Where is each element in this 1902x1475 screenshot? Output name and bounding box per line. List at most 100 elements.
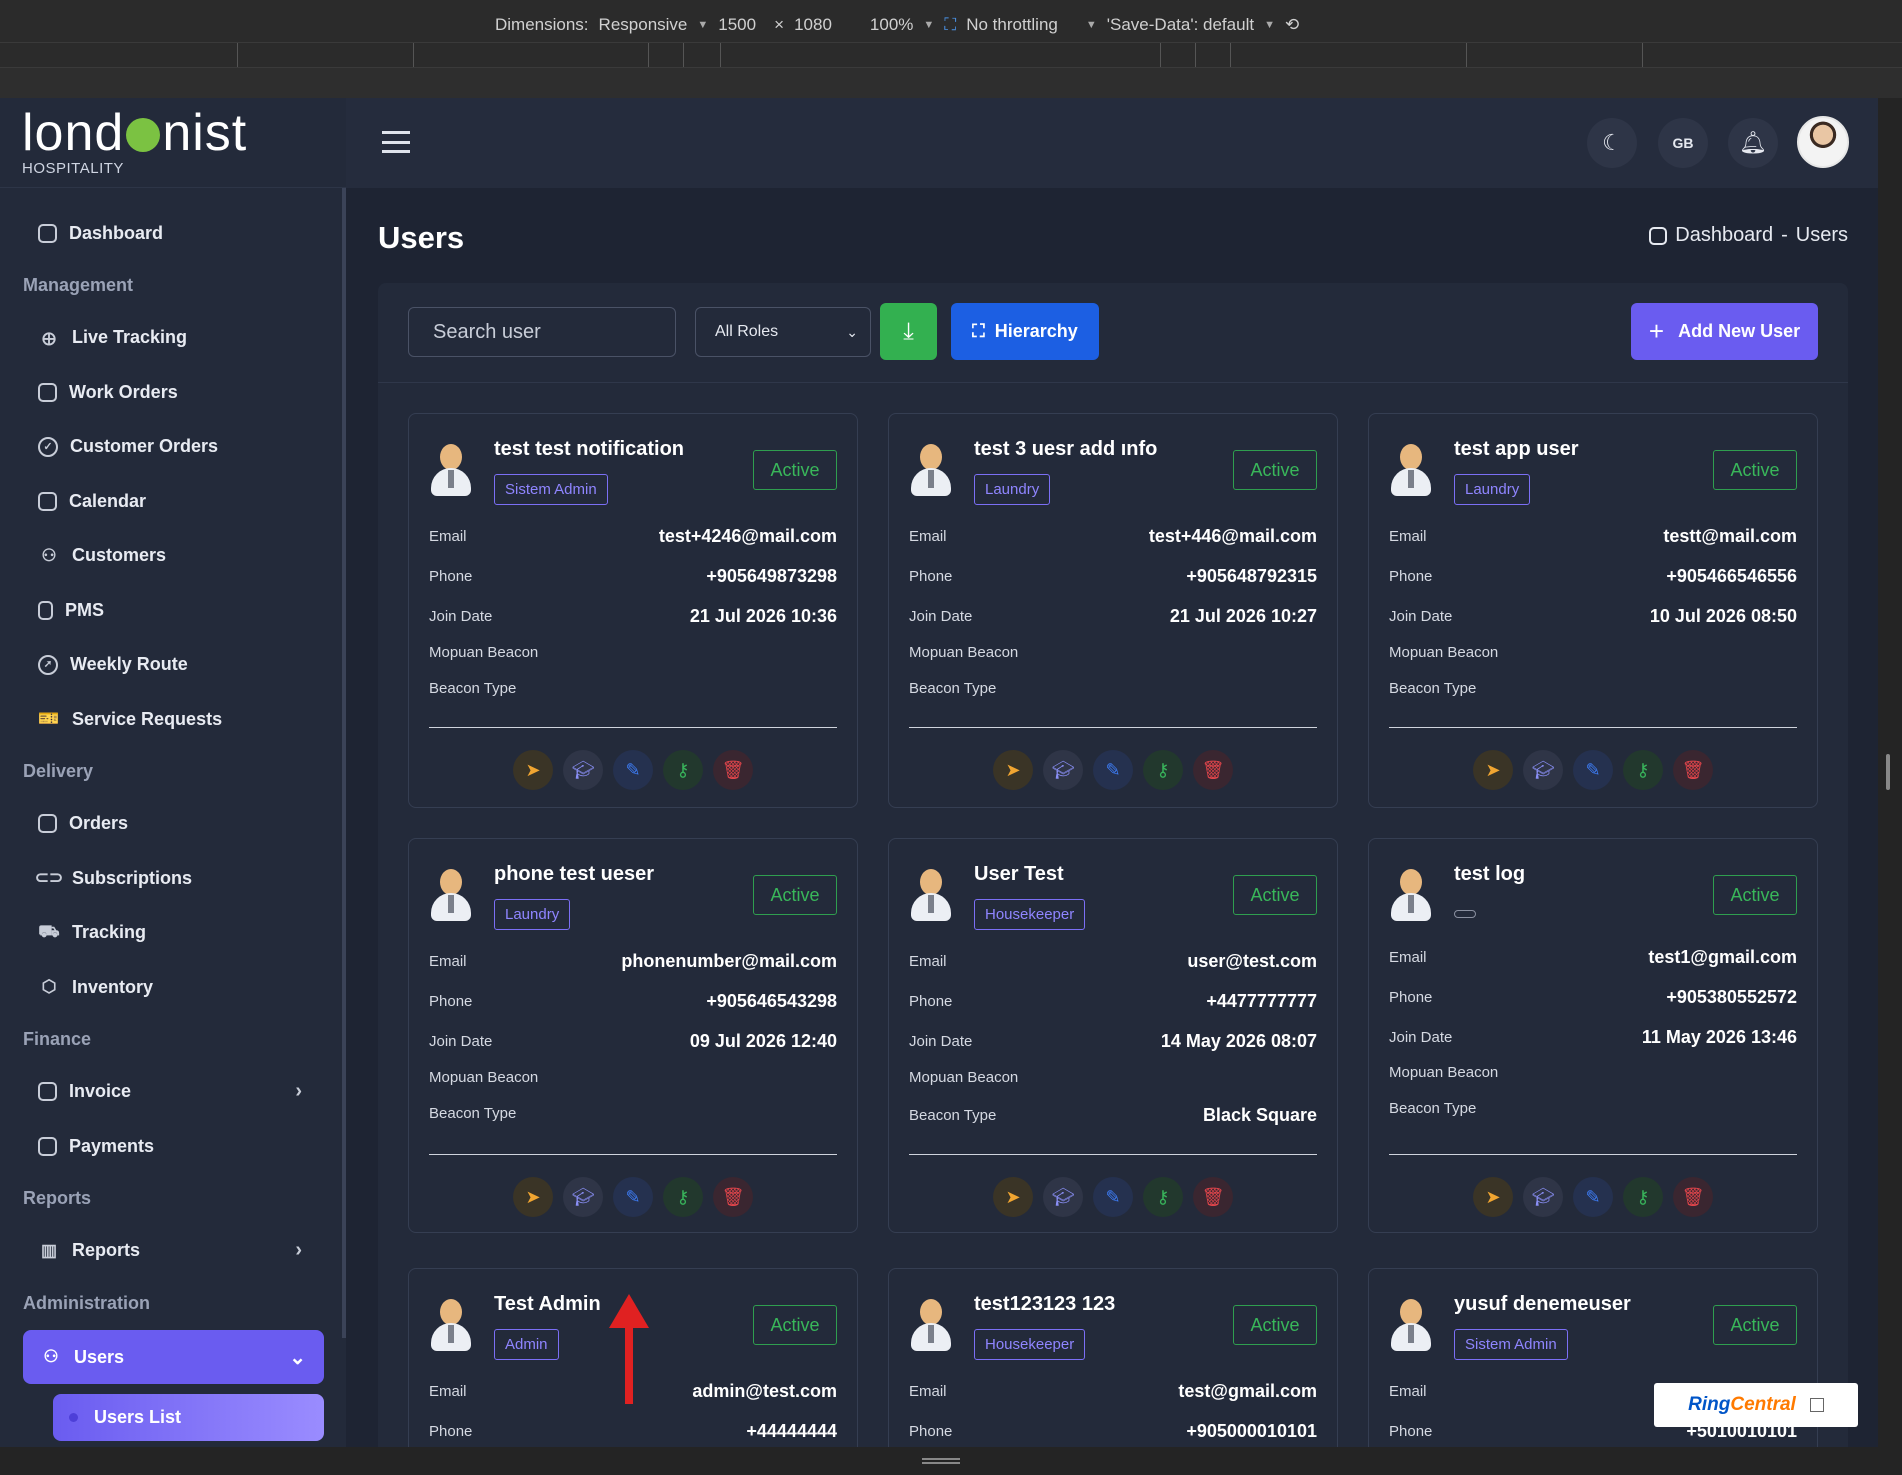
user-name[interactable]: test log (1454, 863, 1525, 886)
theme-toggle-button[interactable]: ☾ (1587, 118, 1637, 168)
field-row-phone: Phone +905649873298 (429, 566, 837, 587)
sidebar-item-label: Customer Orders (70, 436, 219, 457)
device-mode-select[interactable]: Responsive (599, 15, 688, 35)
viewport-height[interactable]: 1080 (794, 15, 832, 35)
resize-grip-icon[interactable] (922, 1458, 960, 1464)
sidebar-item-live-tracking[interactable]: 🜨 Live Tracking (0, 311, 346, 366)
sidebar-item-users[interactable]: ⚇ Users ⌄ (23, 1330, 324, 1384)
caret-down-icon[interactable]: ▼ (697, 19, 708, 31)
sidebar-item-tracking[interactable]: ⛟ Tracking (0, 906, 346, 961)
caret-down-icon[interactable]: ▼ (1264, 19, 1275, 31)
roles-select[interactable]: All Roles ⌄ (695, 307, 871, 357)
sidebar-item-calendar[interactable]: Calendar (0, 474, 346, 529)
field-value: 21 Jul 2026 10:27 (1169, 606, 1317, 626)
user-avatar[interactable] (1797, 116, 1849, 168)
user-name[interactable]: yusuf denemeuser (1454, 1293, 1631, 1316)
key-icon[interactable]: ⚷ (1623, 1177, 1663, 1217)
user-avatar-icon (1389, 1299, 1433, 1353)
trash-icon[interactable]: 🗑︎ (713, 750, 753, 790)
edit-pencil-icon[interactable]: ✎ (613, 750, 653, 790)
zoom-select[interactable]: 100% (870, 15, 913, 35)
graduation-cap-icon[interactable]: 🎓︎ (1043, 750, 1083, 790)
key-icon[interactable]: ⚷ (1143, 1177, 1183, 1217)
trash-icon[interactable]: 🗑︎ (1193, 1177, 1233, 1217)
edit-pencil-icon[interactable]: ✎ (1573, 750, 1613, 790)
trash-icon[interactable]: 🗑︎ (1193, 750, 1233, 790)
key-icon[interactable]: ⚷ (663, 1177, 703, 1217)
trash-icon[interactable]: 🗑︎ (713, 1177, 753, 1217)
save-data-select[interactable]: 'Save-Data': default (1107, 15, 1254, 35)
notifications-button[interactable]: 🔔︎ (1728, 118, 1778, 168)
throttling-select[interactable]: No throttling (966, 15, 1058, 35)
sidebar-subitem-users-list[interactable]: Users List (53, 1394, 324, 1441)
key-icon[interactable]: ⚷ (1143, 750, 1183, 790)
key-icon[interactable]: ⚷ (663, 750, 703, 790)
user-name[interactable]: phone test ueser (494, 863, 654, 886)
role-badge: Admin (494, 1329, 559, 1360)
send-icon[interactable]: ➤ (1473, 750, 1513, 790)
user-name[interactable]: test123123 123 (974, 1293, 1115, 1316)
graduation-cap-icon[interactable]: 🎓︎ (563, 1177, 603, 1217)
sidebar-item-service-requests[interactable]: 🎫 Service Requests (0, 692, 346, 747)
user-name[interactable]: test 3 uesr add ınfo (974, 438, 1157, 461)
field-label: Email (429, 1383, 467, 1400)
send-icon[interactable]: ➤ (1473, 1177, 1513, 1217)
rotate-icon[interactable]: ⟲ (1285, 15, 1299, 35)
sidebar-item-pms[interactable]: PMS (0, 583, 346, 638)
media-query-ruler[interactable] (0, 42, 1902, 68)
sidebar-item-customers[interactable]: ⚇ Customers (0, 529, 346, 584)
brand-logo[interactable]: lond nist HOSPITALITY (0, 98, 346, 188)
breadcrumb-home[interactable]: Dashboard (1675, 224, 1773, 247)
resize-strip[interactable] (1878, 98, 1902, 1447)
minimize-icon[interactable] (1809, 1398, 1824, 1412)
send-icon[interactable]: ➤ (993, 1177, 1033, 1217)
send-icon[interactable]: ➤ (513, 750, 553, 790)
search-input[interactable] (408, 307, 676, 357)
user-name[interactable]: test app user (1454, 438, 1578, 461)
trash-icon[interactable]: 🗑︎ (1673, 1177, 1713, 1217)
graduation-cap-icon[interactable]: 🎓︎ (1523, 1177, 1563, 1217)
sidebar-item-customer-orders[interactable]: ✓ Customer Orders (0, 420, 346, 475)
sidebar-item-work-orders[interactable]: Work Orders (0, 365, 346, 420)
logo-wordmark: lond nist (22, 104, 248, 162)
user-name[interactable]: test test notification (494, 438, 684, 461)
ringcentral-widget[interactable]: RingCentral (1654, 1383, 1858, 1427)
hamburger-menu-icon[interactable] (382, 131, 410, 153)
edit-pencil-icon[interactable]: ✎ (1093, 1177, 1133, 1217)
graduation-cap-icon[interactable]: 🎓︎ (1043, 1177, 1083, 1217)
language-button[interactable]: GB (1658, 118, 1708, 168)
status-badge: Active (1233, 450, 1317, 490)
edit-pencil-icon[interactable]: ✎ (1093, 750, 1133, 790)
send-icon[interactable]: ➤ (513, 1177, 553, 1217)
send-icon[interactable]: ➤ (993, 750, 1033, 790)
user-card: test test notification Sistem Admin Active… (408, 413, 858, 808)
sidebar-item-invoice[interactable]: Invoice › (0, 1065, 346, 1120)
user-name[interactable]: User Test (974, 863, 1064, 886)
graduation-cap-icon[interactable]: 🎓︎ (563, 750, 603, 790)
sidebar-item-orders[interactable]: Orders (0, 797, 346, 852)
edit-pencil-icon[interactable]: ✎ (1573, 1177, 1613, 1217)
edit-pencil-icon[interactable]: ✎ (613, 1177, 653, 1217)
screenshot-icon[interactable]: ⛶ (944, 15, 956, 35)
add-new-user-button[interactable]: + Add New User (1631, 303, 1818, 360)
bottom-resize-bar[interactable] (0, 1447, 1902, 1475)
role-badge: Sistem Admin (494, 474, 608, 505)
sidebar-item-dashboard[interactable]: Dashboard (0, 206, 346, 261)
caret-down-icon[interactable]: ▼ (923, 19, 934, 31)
download-button[interactable]: ⤓ (880, 303, 937, 360)
sidebar-item-subscriptions[interactable]: ⊂⊃ Subscriptions (0, 851, 346, 906)
sidebar-item-weekly-route[interactable]: ➚ Weekly Route (0, 638, 346, 693)
plus-icon: + (1648, 316, 1665, 346)
user-name[interactable]: Test Admin (494, 1293, 601, 1316)
sidebar-item-reports[interactable]: ▥ Reports › (0, 1224, 346, 1279)
trash-icon[interactable]: 🗑︎ (1673, 750, 1713, 790)
hierarchy-button[interactable]: ⛶ Hierarchy (951, 303, 1099, 360)
key-icon[interactable]: ⚷ (1623, 750, 1663, 790)
caret-down-icon[interactable]: ▼ (1086, 19, 1097, 31)
graduation-cap-icon[interactable]: 🎓︎ (1523, 750, 1563, 790)
user-avatar-icon (429, 869, 473, 923)
sidebar-item-payments[interactable]: Payments (0, 1119, 346, 1174)
resize-handle[interactable] (1886, 754, 1890, 790)
sidebar-item-inventory[interactable]: ⬡ Inventory (0, 960, 346, 1015)
viewport-width[interactable]: 1500 (718, 15, 756, 35)
